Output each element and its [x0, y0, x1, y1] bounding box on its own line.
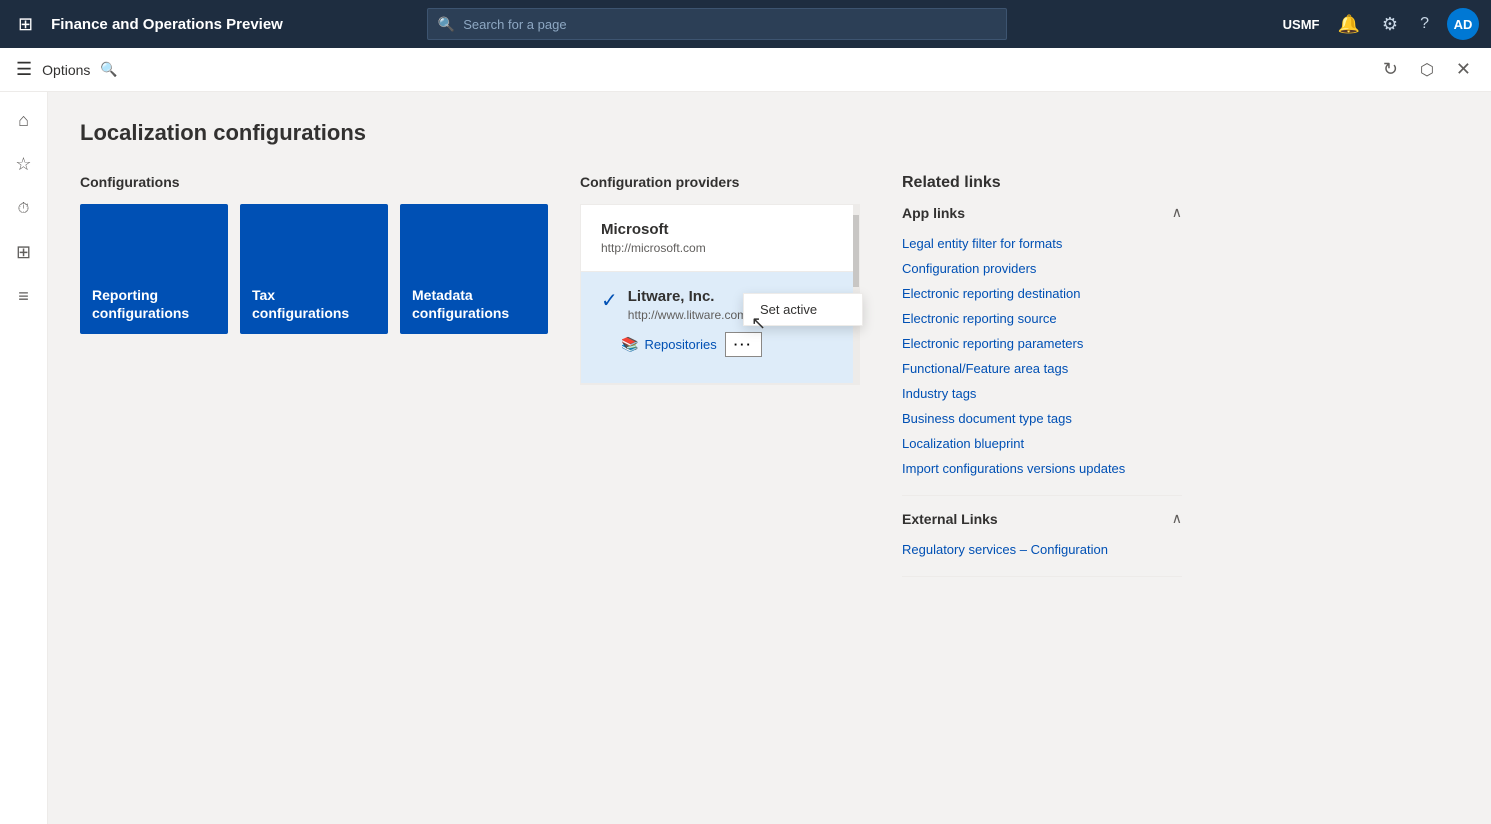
link-business-document-type-tags[interactable]: Business document type tags	[902, 406, 1182, 431]
app-links-collapse-icon[interactable]: ∧	[1172, 204, 1182, 221]
providers-section-title: Configuration providers	[580, 174, 870, 190]
app-title: Finance and Operations Preview	[51, 16, 283, 33]
main-content: Localization configurations Configuratio…	[48, 92, 1491, 824]
provider-microsoft[interactable]: Microsoft http://microsoft.com	[581, 205, 859, 272]
content-grid: Configurations Reporting configurations …	[80, 174, 1459, 591]
sub-navigation: ☰ Options 🔍 ↻ ⬡ ✕	[0, 48, 1491, 92]
repositories-icon: 📚	[621, 336, 638, 353]
link-configuration-providers[interactable]: Configuration providers	[902, 256, 1182, 281]
provider-litware-actions: 📚 Repositories ···	[601, 322, 839, 367]
link-regulatory-services-configuration[interactable]: Regulatory services – Configuration	[902, 537, 1182, 562]
provider-litware-url: http://www.litware.com	[628, 308, 747, 322]
sidebar-item-favorites[interactable]: ☆	[4, 144, 44, 184]
user-region: USMF	[1283, 17, 1320, 32]
hamburger-menu-icon[interactable]: ☰	[16, 59, 32, 80]
provider-microsoft-name: Microsoft	[601, 221, 839, 238]
external-links-header: External Links ∧	[902, 510, 1182, 527]
top-navigation: ⊞ Finance and Operations Preview 🔍 USMF …	[0, 0, 1491, 48]
help-button[interactable]: ?	[1416, 11, 1433, 37]
app-links-list: Legal entity filter for formats Configur…	[902, 231, 1182, 481]
link-electronic-reporting-source[interactable]: Electronic reporting source	[902, 306, 1182, 331]
configuration-providers-section: Configuration providers Microsoft http:/…	[580, 174, 870, 385]
sub-nav-search-icon[interactable]: 🔍	[100, 61, 117, 78]
external-links-label: External Links	[902, 511, 998, 527]
divider	[902, 495, 1182, 496]
external-links-list: Regulatory services – Configuration	[902, 537, 1182, 562]
nav-right-area: USMF 🔔 ⚙ ? AD	[1283, 8, 1479, 40]
search-icon: 🔍	[438, 16, 455, 33]
providers-list: Microsoft http://microsoft.com ✓ Litware…	[580, 204, 860, 385]
providers-scrollbar-thumb	[853, 215, 859, 287]
configurations-section: Configurations Reporting configurations …	[80, 174, 548, 334]
open-new-button[interactable]: ⬡	[1416, 55, 1438, 84]
avatar[interactable]: AD	[1447, 8, 1479, 40]
sub-nav-actions: ↻ ⬡ ✕	[1379, 55, 1475, 84]
link-electronic-reporting-destination[interactable]: Electronic reporting destination	[902, 281, 1182, 306]
sidebar-item-home[interactable]: ⌂	[4, 100, 44, 140]
more-options-button[interactable]: ···	[725, 332, 762, 357]
link-import-configurations-versions-updates[interactable]: Import configurations versions updates	[902, 456, 1182, 481]
link-electronic-reporting-parameters[interactable]: Electronic reporting parameters	[902, 331, 1182, 356]
config-tiles: Reporting configurations Tax configurati…	[80, 204, 548, 334]
link-legal-entity-filter[interactable]: Legal entity filter for formats	[902, 231, 1182, 256]
app-links-header: App links ∧	[902, 204, 1182, 221]
provider-active-checkmark: ✓	[601, 288, 618, 313]
link-industry-tags[interactable]: Industry tags	[902, 381, 1182, 406]
dropdown-popup: Set active	[743, 293, 863, 326]
notification-button[interactable]: 🔔	[1334, 10, 1364, 39]
close-button[interactable]: ✕	[1452, 55, 1475, 84]
related-links-section: Related links App links ∧ Legal entity f…	[902, 174, 1182, 591]
link-localization-blueprint[interactable]: Localization blueprint	[902, 431, 1182, 456]
external-links-collapse-icon[interactable]: ∧	[1172, 510, 1182, 527]
sidebar-item-modules[interactable]: ≡	[4, 276, 44, 316]
external-links-bottom-divider	[902, 576, 1182, 577]
sidebar-item-recent[interactable]: ⏱	[4, 188, 44, 228]
link-functional-feature-area-tags[interactable]: Functional/Feature area tags	[902, 356, 1182, 381]
sidebar: ⌂ ☆ ⏱ ⊞ ≡	[0, 92, 48, 824]
app-layout: ⌂ ☆ ⏱ ⊞ ≡ Localization configurations Co…	[0, 92, 1491, 824]
tile-reporting-configurations[interactable]: Reporting configurations	[80, 204, 228, 334]
configurations-section-title: Configurations	[80, 174, 548, 190]
refresh-button[interactable]: ↻	[1379, 55, 1402, 84]
provider-litware-name: Litware, Inc.	[628, 288, 747, 305]
sub-nav-title: Options	[42, 62, 90, 78]
provider-microsoft-url: http://microsoft.com	[601, 241, 839, 255]
related-links-title: Related links	[902, 174, 1182, 192]
provider-litware[interactable]: ✓ Litware, Inc. http://www.litware.com 📚…	[581, 272, 859, 384]
search-bar[interactable]: 🔍	[427, 8, 1007, 40]
tile-tax-configurations[interactable]: Tax configurations	[240, 204, 388, 334]
settings-button[interactable]: ⚙	[1378, 10, 1402, 39]
app-links-label: App links	[902, 205, 965, 221]
grid-menu-icon[interactable]: ⊞	[12, 8, 39, 41]
tile-metadata-configurations[interactable]: Metadata configurations	[400, 204, 548, 334]
page-title: Localization configurations	[80, 120, 1459, 146]
dropdown-set-active[interactable]: Set active	[744, 294, 862, 325]
sidebar-item-workspaces[interactable]: ⊞	[4, 232, 44, 272]
repositories-button[interactable]: 📚 Repositories	[621, 336, 717, 353]
search-input[interactable]	[463, 17, 996, 32]
